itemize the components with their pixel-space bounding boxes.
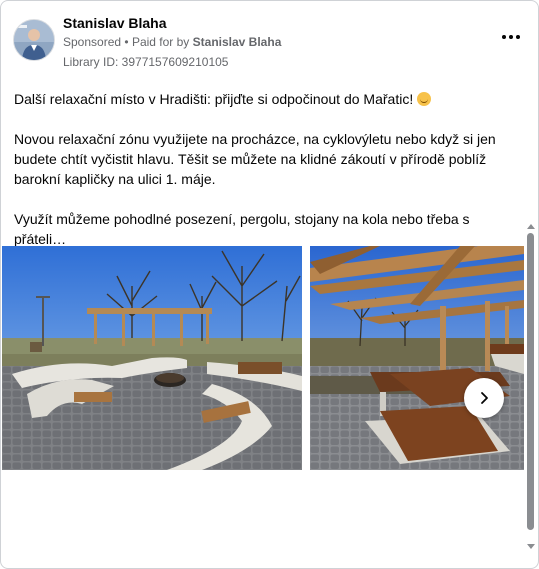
paid-for-prefix: Paid for by (131, 35, 190, 49)
carousel-next-button[interactable] (464, 378, 504, 418)
scrollbar-thumb[interactable] (527, 233, 534, 530)
post-paragraph: Novou relaxační zónu využijete na prochá… (14, 131, 496, 187)
post-header: Stanislav Blaha Sponsored • Paid for by … (13, 15, 523, 71)
library-id: Library ID: 3977157609210105 (63, 55, 229, 69)
post-paragraph[interactable]: Využít můžeme pohodlné posezení, pergolu… (14, 209, 524, 249)
sponsored-line: Sponsored • Paid for by Stanislav Blaha (63, 35, 281, 49)
scroll-up-arrow[interactable] (527, 224, 535, 229)
author-name[interactable]: Stanislav Blaha (63, 15, 167, 31)
chevron-right-icon (481, 392, 488, 404)
scroll-down-arrow[interactable] (527, 544, 535, 549)
carousel-image-2[interactable] (310, 246, 524, 470)
sponsored-label[interactable]: Sponsored (63, 35, 121, 49)
separator-dot: • (124, 35, 129, 49)
post-paragraph: Další relaxační místo v Hradišti: přijďt… (14, 89, 524, 109)
avatar[interactable] (13, 19, 55, 61)
more-horizontal-icon (502, 35, 506, 39)
carousel-image-1[interactable] (2, 246, 302, 470)
image-carousel[interactable] (2, 246, 524, 470)
smiling-face-icon (417, 92, 432, 106)
ad-post-card: Stanislav Blaha Sponsored • Paid for by … (0, 0, 539, 569)
avatar-image (14, 20, 54, 60)
more-options-button[interactable] (499, 29, 523, 45)
post-text: Další relaxační místo v Hradišti: přijďt… (14, 89, 524, 249)
vertical-scrollbar[interactable] (526, 0, 536, 549)
paid-for-name: Stanislav Blaha (192, 35, 282, 49)
